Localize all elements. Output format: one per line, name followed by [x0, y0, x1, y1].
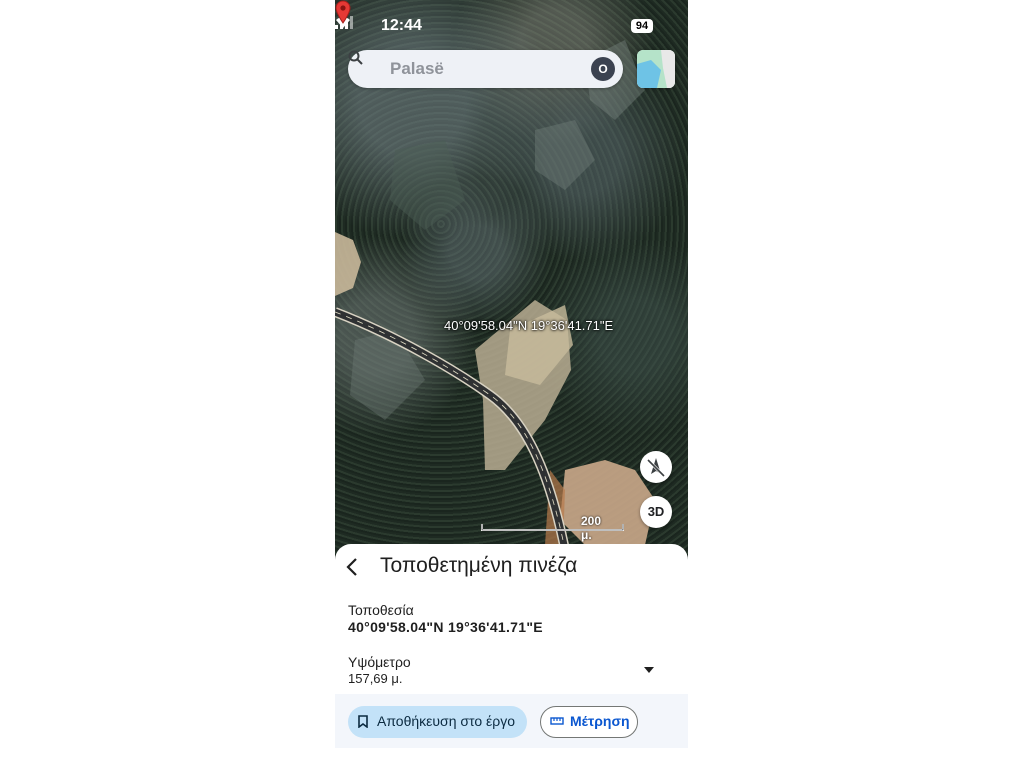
search-input[interactable]: Palasë: [390, 59, 444, 79]
save-to-project-label: Αποθήκευση στο έργο: [377, 713, 516, 729]
dropdown-arrow-icon[interactable]: [643, 666, 655, 674]
back-arrow-icon[interactable]: [345, 556, 359, 578]
phone-screen: 12:44 94 Palasë O 40°09'58.04"N 19°36'41…: [335, 0, 688, 748]
layers-thumbnail-icon: [637, 50, 675, 88]
status-time: 12:44: [381, 17, 422, 34]
action-bar: Αποθήκευση στο έργο Μέτρηση: [335, 694, 688, 748]
save-to-project-button[interactable]: Αποθήκευση στο έργο: [348, 706, 527, 738]
pin-coordinates-label: 40°09'58.04"N 19°36'41.71"E: [444, 318, 614, 333]
altitude-value: 157,69 μ.: [348, 671, 403, 686]
scale-bar: [481, 524, 624, 531]
compass-button[interactable]: [640, 451, 672, 483]
sheet-title: Τοποθετημένη πινέζα: [380, 554, 578, 577]
status-bar: 12:44 94: [335, 16, 688, 38]
ruler-icon: [550, 717, 564, 725]
place-bottom-sheet: Τοποθετημένη πινέζα Τοποθεσία 40°09'58.0…: [335, 544, 688, 748]
location-value: 40°09'58.04"N 19°36'41.71"E: [348, 619, 543, 635]
bookmark-icon: [358, 715, 368, 728]
account-avatar[interactable]: O: [591, 57, 615, 81]
measure-label: Μέτρηση: [570, 713, 630, 729]
3d-button[interactable]: 3D: [640, 496, 672, 528]
map-layers-button[interactable]: [637, 50, 675, 88]
satellite-map[interactable]: 12:44 94 Palasë O 40°09'58.04"N 19°36'41…: [335, 0, 688, 560]
altitude-label: Υψόμετρο: [348, 654, 411, 670]
measure-button[interactable]: Μέτρηση: [540, 706, 638, 738]
location-label: Τοποθεσία: [348, 602, 414, 618]
compass-off-icon: [646, 458, 666, 478]
battery-indicator: 94: [631, 19, 653, 33]
search-icon: [348, 50, 363, 65]
scale-label: 200 μ.: [581, 514, 602, 542]
map-pin-icon[interactable]: [335, 0, 351, 24]
search-bar[interactable]: Palasë O: [348, 50, 623, 88]
